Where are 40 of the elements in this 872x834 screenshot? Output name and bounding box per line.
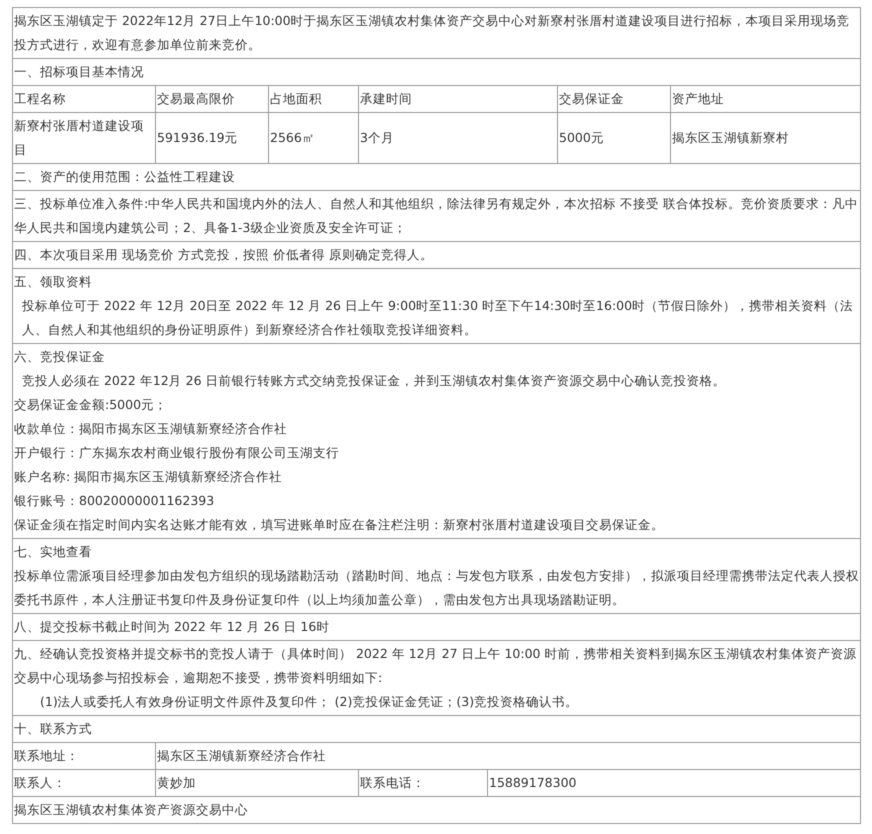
- section-text: 三、投标单位准入条件:中华人民共和国境内外的法人、自然人和其他组织，除法律另有规定外，本次招标 不接受 联合体投标。竞价资质要求：凡中华人民共和国境内建筑公司；2、具备1-3级企业资质及安全许可证；: [14, 195, 860, 237]
- table-cell-text: 新寮村张厝村道建设项目: [14, 117, 145, 159]
- section-text: 二、资产的使用范围：公益性工程建设: [14, 168, 236, 186]
- column-header: 承建时间: [360, 90, 413, 108]
- section-text: 四、本次项目采用 现场竞价 方式竞投，按照 价低者得 原则确定竞得人。: [14, 246, 434, 264]
- column-header: 资产地址: [672, 90, 725, 108]
- field-value: 15889178300: [489, 774, 578, 792]
- section-text: 交易保证金金额:5000元；: [14, 396, 168, 414]
- field-label: 联系人：: [14, 774, 67, 792]
- section-text: (1)法人或委托人有效身份证明文件原件及复印件； (2)竞投保证金凭证；(3)竞投资格确认书。: [39, 693, 580, 711]
- section-text: 开户银行：广东揭东农村商业银行股份有限公司玉湖支行: [14, 444, 340, 462]
- section-text: 投标单位需派项目经理参加由发包方组织的现场踏勘活动（踏勘时间、地点：与发包方联系，由发包方安排），拟派项目经理需携带法定代表人授权委托书原件，本人注册证书复印件及身份证复印件（以上均须加盖公章），需由发包方出具现场踏勘证明。: [14, 567, 860, 609]
- section-text: 竞投人必须在 2022 年12月 26 日前银行转账方式交纳竞投保证金，并到玉湖镇农村集体资产资源交易中心确认竞投资格。: [21, 372, 727, 390]
- footer-text: 揭东区玉湖镇农村集体资产资源交易中心: [14, 801, 249, 819]
- field-value: 揭东区玉湖镇新寮经济合作社: [157, 747, 327, 765]
- section-text: 八、提交投标书截止时间为 2022 年 12 月 26 日 16时: [14, 618, 330, 636]
- field-label: 联系电话：: [360, 774, 426, 792]
- section-text: 九、经确认竞投资格并提交标书的竞投人请于（具体时间） 2022 年 12月 27 日上午 10:00 时前，携带相关资料到揭东区玉湖镇农村集体资产资源交易中心现场参与招投标会，逾期恕不接受，携带资料明细如下:: [14, 645, 858, 687]
- section-heading: 七、实地查看: [14, 543, 93, 561]
- field-label: 联系地址：: [14, 747, 80, 765]
- section-text: 收款单位：揭阳市揭东区玉湖镇新寮经济合作社: [14, 420, 288, 438]
- section-text: 保证金须在指定时间内实名达账才能有效，填写进账单时应在备注栏注明：新寮村张厝村道建设项目交易保证金。: [14, 516, 665, 534]
- column-header: 交易最高限价: [157, 90, 236, 108]
- column-header: 工程名称: [14, 90, 67, 108]
- section-heading: 五、领取资料: [14, 273, 93, 291]
- table-cell-text: 5000元: [559, 129, 605, 147]
- section-text: 投标单位可于 2022 年 12月 20日至 2022 年 12 月 26 日上午 9:00时至11:30 时至下午14:30时至16:00时（节假日除外），携带相关资料（法人、自然人和其他组织的身份证明原件）到新寮经济合作社领取竞投详细资料。: [21, 297, 854, 339]
- intro-text: 揭东区玉湖镇定于 2022年12月 27日上午10:00时于揭东区玉湖镇农村集体资产交易中心对新寮村张厝村道建设项目进行招标，本项目采用现场竞投方式进行，欢迎有意参加单位前来竞价。: [14, 12, 851, 54]
- column-header: 占地面积: [270, 90, 323, 108]
- section-heading: 一、招标项目基本情况: [14, 63, 145, 81]
- section-text: 账户名称: 揭阳市揭东区玉湖镇新寮经济合作社: [14, 468, 284, 486]
- section-text: 银行账号：80020000001162393: [14, 492, 216, 510]
- field-value: 黄妙加: [157, 774, 197, 792]
- table-cell-text: 揭东区玉湖镇新寮村: [672, 129, 790, 147]
- column-header: 交易保证金: [559, 90, 625, 108]
- section-heading: 十、联系方式: [14, 720, 93, 738]
- table-cell-text: 591936.19元: [157, 129, 239, 147]
- table-cell-text: 2566㎡: [270, 129, 316, 147]
- table-cell-text: 3个月: [360, 129, 395, 147]
- section-heading: 六、竞投保证金: [14, 348, 106, 366]
